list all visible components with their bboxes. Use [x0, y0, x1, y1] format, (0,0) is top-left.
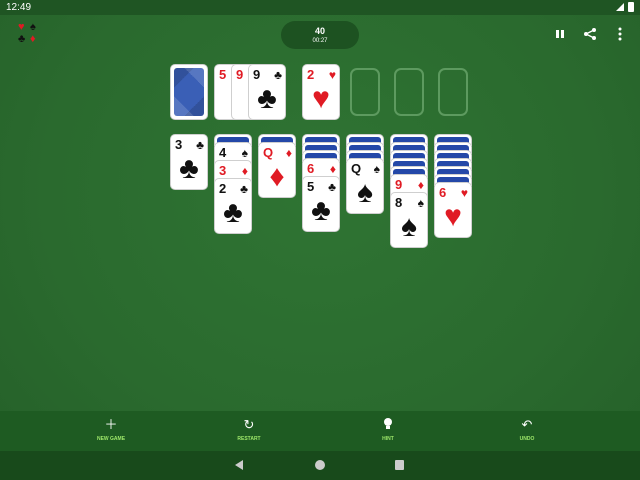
diamond-icon: ♦: [30, 33, 36, 45]
heart-icon: ♥: [18, 21, 25, 33]
foundation-empty-slot[interactable]: [350, 68, 380, 116]
timer-value: 00:27: [312, 38, 328, 44]
foundation-empty-slot[interactable]: [394, 68, 424, 116]
restart-label: RESTART: [237, 436, 261, 442]
playing-card[interactable]: 5 ♣ ♣: [303, 177, 339, 231]
battery-icon: [628, 2, 634, 12]
card-center-suit-icon: ♦: [269, 160, 285, 193]
playing-card[interactable]: 2 ♥ ♥: [303, 65, 339, 119]
card-back-pattern: [174, 68, 204, 116]
lightbulb-icon: [358, 417, 418, 433]
card-center-suit-icon: ♠: [401, 210, 417, 243]
card-rank: 5: [219, 67, 227, 82]
card-rank: Q: [263, 145, 274, 160]
card-rank: 2: [307, 67, 315, 82]
card-center-suit-icon: ♣: [257, 82, 277, 115]
hint-label: HINT: [382, 436, 394, 442]
card-suit-icon: ♣: [240, 182, 248, 196]
card-center-suit-icon: ♣: [311, 194, 331, 227]
card-suit-icon: ♥: [460, 186, 468, 200]
card-rank: 9: [395, 177, 403, 192]
playing-card[interactable]: 3 ♣ ♣: [171, 135, 207, 189]
status-icons: [616, 2, 634, 12]
playing-card[interactable]: 2 ♣ ♣: [215, 179, 251, 233]
card-center-suit-icon: ♠: [357, 176, 373, 209]
card-suit-icon: ♠: [241, 146, 248, 160]
card-suit-icon: ♦: [285, 146, 292, 160]
solitaire-app: 12:49 ♥ ♠ ♣ ♦ 40 00:27 ＋ NEW GAME ↻ REST…: [0, 0, 640, 480]
card-rank: 6: [439, 185, 447, 200]
club-icon: ♣: [18, 33, 26, 45]
score-value: 40: [314, 26, 325, 36]
nav-recents-icon[interactable]: [395, 460, 404, 470]
card-center-suit-icon: ♣: [223, 196, 243, 229]
spade-icon: ♠: [30, 21, 36, 33]
card-suit-icon: ♦: [241, 164, 248, 178]
playing-card[interactable]: 9 ♣ ♣: [249, 65, 285, 119]
foundation-empty-slot[interactable]: [438, 68, 468, 116]
pause-icon[interactable]: [552, 26, 568, 42]
top-actions: [552, 26, 628, 42]
playing-card[interactable]: 6 ♥ ♥: [435, 183, 471, 237]
new-game-label: NEW GAME: [96, 436, 126, 442]
card-rank: 9: [253, 67, 261, 82]
card-suit-icon: ♣: [196, 138, 204, 152]
card-suit-icon: ♣: [328, 180, 336, 194]
card-rank: 2: [219, 181, 227, 196]
score-timer-pill: 40 00:27: [281, 21, 359, 49]
status-bar: 12:49: [0, 0, 640, 15]
card-suit-icon: ♠: [373, 162, 380, 176]
card-suit-icon: ♣: [274, 68, 282, 82]
card-rank: 9: [236, 67, 244, 82]
card-rank: 3: [219, 163, 227, 178]
card-center-suit-icon: ♥: [444, 200, 462, 233]
card-suit-icon: ♦: [329, 162, 336, 176]
plus-icon: ＋: [104, 417, 118, 432]
card-rank: 6: [307, 161, 315, 176]
card-rank: 5: [307, 179, 315, 194]
card-rank: 4: [219, 145, 227, 160]
status-time: 12:49: [6, 2, 32, 13]
card-rank: Q: [351, 161, 362, 176]
playing-card[interactable]: 8 ♠ ♠: [391, 193, 427, 247]
undo-icon: ↶: [521, 417, 533, 432]
card-rank: 8: [395, 195, 403, 210]
card-suit-icon: ♦: [417, 178, 424, 192]
card-suit-icon: ♥: [328, 68, 336, 82]
card-center-suit-icon: ♣: [179, 152, 199, 185]
hint-button[interactable]: HINT: [358, 417, 418, 442]
playing-card[interactable]: Q ♠ ♠: [347, 159, 383, 213]
card-center-suit-icon: ♥: [312, 82, 330, 115]
restart-icon: ↻: [243, 417, 255, 432]
stock-pile[interactable]: [171, 65, 207, 119]
more-vert-icon[interactable]: [612, 26, 628, 42]
nav-back-icon[interactable]: [235, 460, 243, 470]
app-logo: ♥ ♠ ♣ ♦: [18, 22, 42, 46]
playing-card[interactable]: Q ♦ ♦: [259, 143, 295, 197]
android-nav-bar: [0, 451, 640, 480]
restart-button[interactable]: ↻ RESTART: [219, 417, 279, 442]
signal-icon: [616, 3, 624, 11]
new-game-button[interactable]: ＋ NEW GAME: [81, 417, 141, 442]
bottom-toolbar: ＋ NEW GAME ↻ RESTART HINT ↶ UNDO: [0, 411, 640, 451]
nav-home-icon[interactable]: [315, 460, 325, 470]
card-rank: 3: [175, 137, 183, 152]
undo-label: UNDO: [519, 436, 535, 442]
undo-button[interactable]: ↶ UNDO: [497, 417, 557, 442]
card-suit-icon: ♠: [417, 196, 424, 210]
share-icon[interactable]: [582, 26, 598, 42]
